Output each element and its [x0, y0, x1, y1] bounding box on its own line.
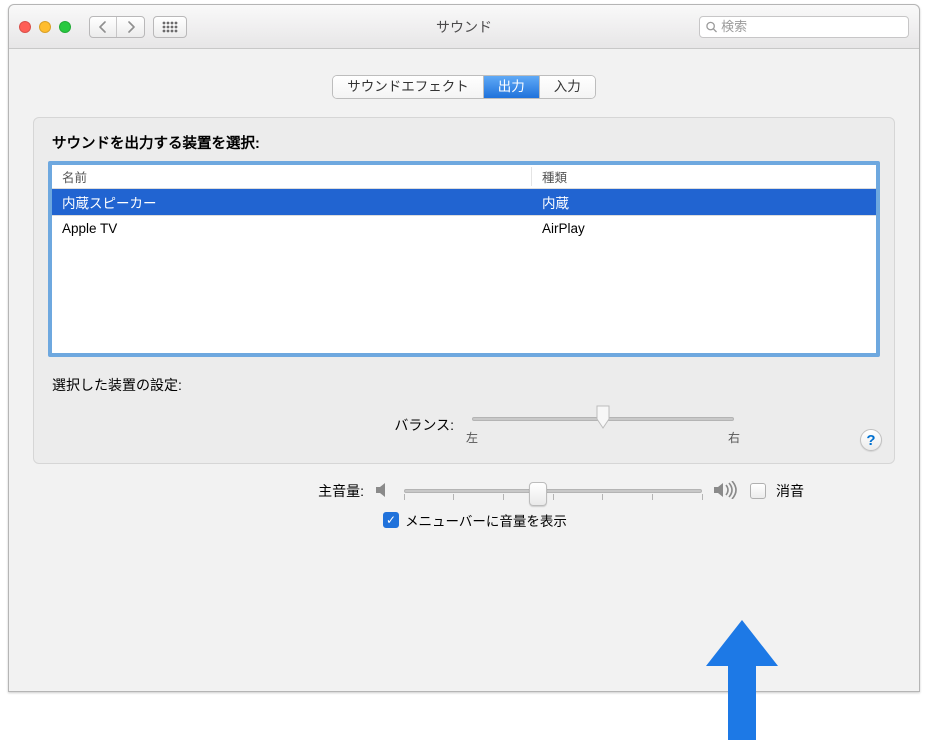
device-type: 内蔵: [532, 192, 876, 212]
titlebar: サウンド: [9, 5, 919, 49]
back-forward-segment: [89, 16, 145, 38]
grid-icon: [162, 21, 178, 33]
device-listbox[interactable]: 名前 種類 内蔵スピーカー 内蔵 Apple TV AirPlay: [48, 161, 880, 357]
traffic-lights: [19, 21, 71, 33]
tab-input[interactable]: 入力: [540, 76, 595, 98]
device-type: AirPlay: [532, 221, 876, 236]
minimize-window[interactable]: [39, 21, 51, 33]
forward-button[interactable]: [117, 17, 144, 37]
device-row[interactable]: Apple TV AirPlay: [52, 215, 876, 241]
callout-arrow-icon: [706, 620, 778, 740]
window-body: サウンドエフェクト 出力 入力 サウンドを出力する装置を選択: 名前 種類 内蔵…: [9, 49, 919, 691]
balance-right-label: 右: [728, 429, 740, 446]
window: サウンド サウンドエフェクト 出力 入力 サウンドを出力する装置を選択: 名前 …: [8, 4, 920, 692]
mute-label: 消音: [776, 481, 804, 501]
tab-sound-effects[interactable]: サウンドエフェクト: [333, 76, 484, 98]
show-in-menubar-label: メニューバーに音量を表示: [405, 510, 567, 530]
section-title: サウンドを出力する装置を選択:: [52, 132, 880, 153]
output-panel: サウンドを出力する装置を選択: 名前 種類 内蔵スピーカー 内蔵 Apple T…: [33, 117, 895, 464]
device-list-header: 名前 種類: [52, 165, 876, 189]
balance-slider[interactable]: 左 右: [472, 409, 734, 441]
show-in-menubar-checkbox[interactable]: ✓: [383, 512, 399, 528]
show-all-button[interactable]: [153, 16, 187, 38]
balance-left-label: 左: [466, 429, 478, 446]
column-type[interactable]: 種類: [532, 167, 876, 186]
column-name[interactable]: 名前: [52, 167, 532, 186]
tab-group: サウンドエフェクト 出力 入力: [332, 75, 596, 99]
speaker-high-icon: [712, 481, 740, 502]
search-field-wrap: [699, 16, 909, 38]
master-volume-slider[interactable]: [404, 480, 702, 502]
device-row[interactable]: 内蔵スピーカー 内蔵: [52, 189, 876, 215]
back-button[interactable]: [90, 17, 117, 37]
zoom-window[interactable]: [59, 21, 71, 33]
tab-output[interactable]: 出力: [484, 76, 540, 98]
search-icon: [706, 21, 717, 33]
balance-label: バランス:: [194, 415, 454, 435]
help-button[interactable]: ?: [860, 429, 882, 451]
mute-checkbox[interactable]: [750, 483, 766, 499]
selected-device-settings-label: 選択した装置の設定:: [52, 375, 880, 395]
device-name: Apple TV: [52, 221, 532, 236]
device-name: 内蔵スピーカー: [52, 192, 532, 212]
search-input[interactable]: [721, 19, 902, 34]
close-window[interactable]: [19, 21, 31, 33]
speaker-low-icon: [374, 481, 394, 502]
master-volume-label: 主音量:: [124, 481, 364, 501]
footer: 主音量:: [9, 464, 919, 550]
